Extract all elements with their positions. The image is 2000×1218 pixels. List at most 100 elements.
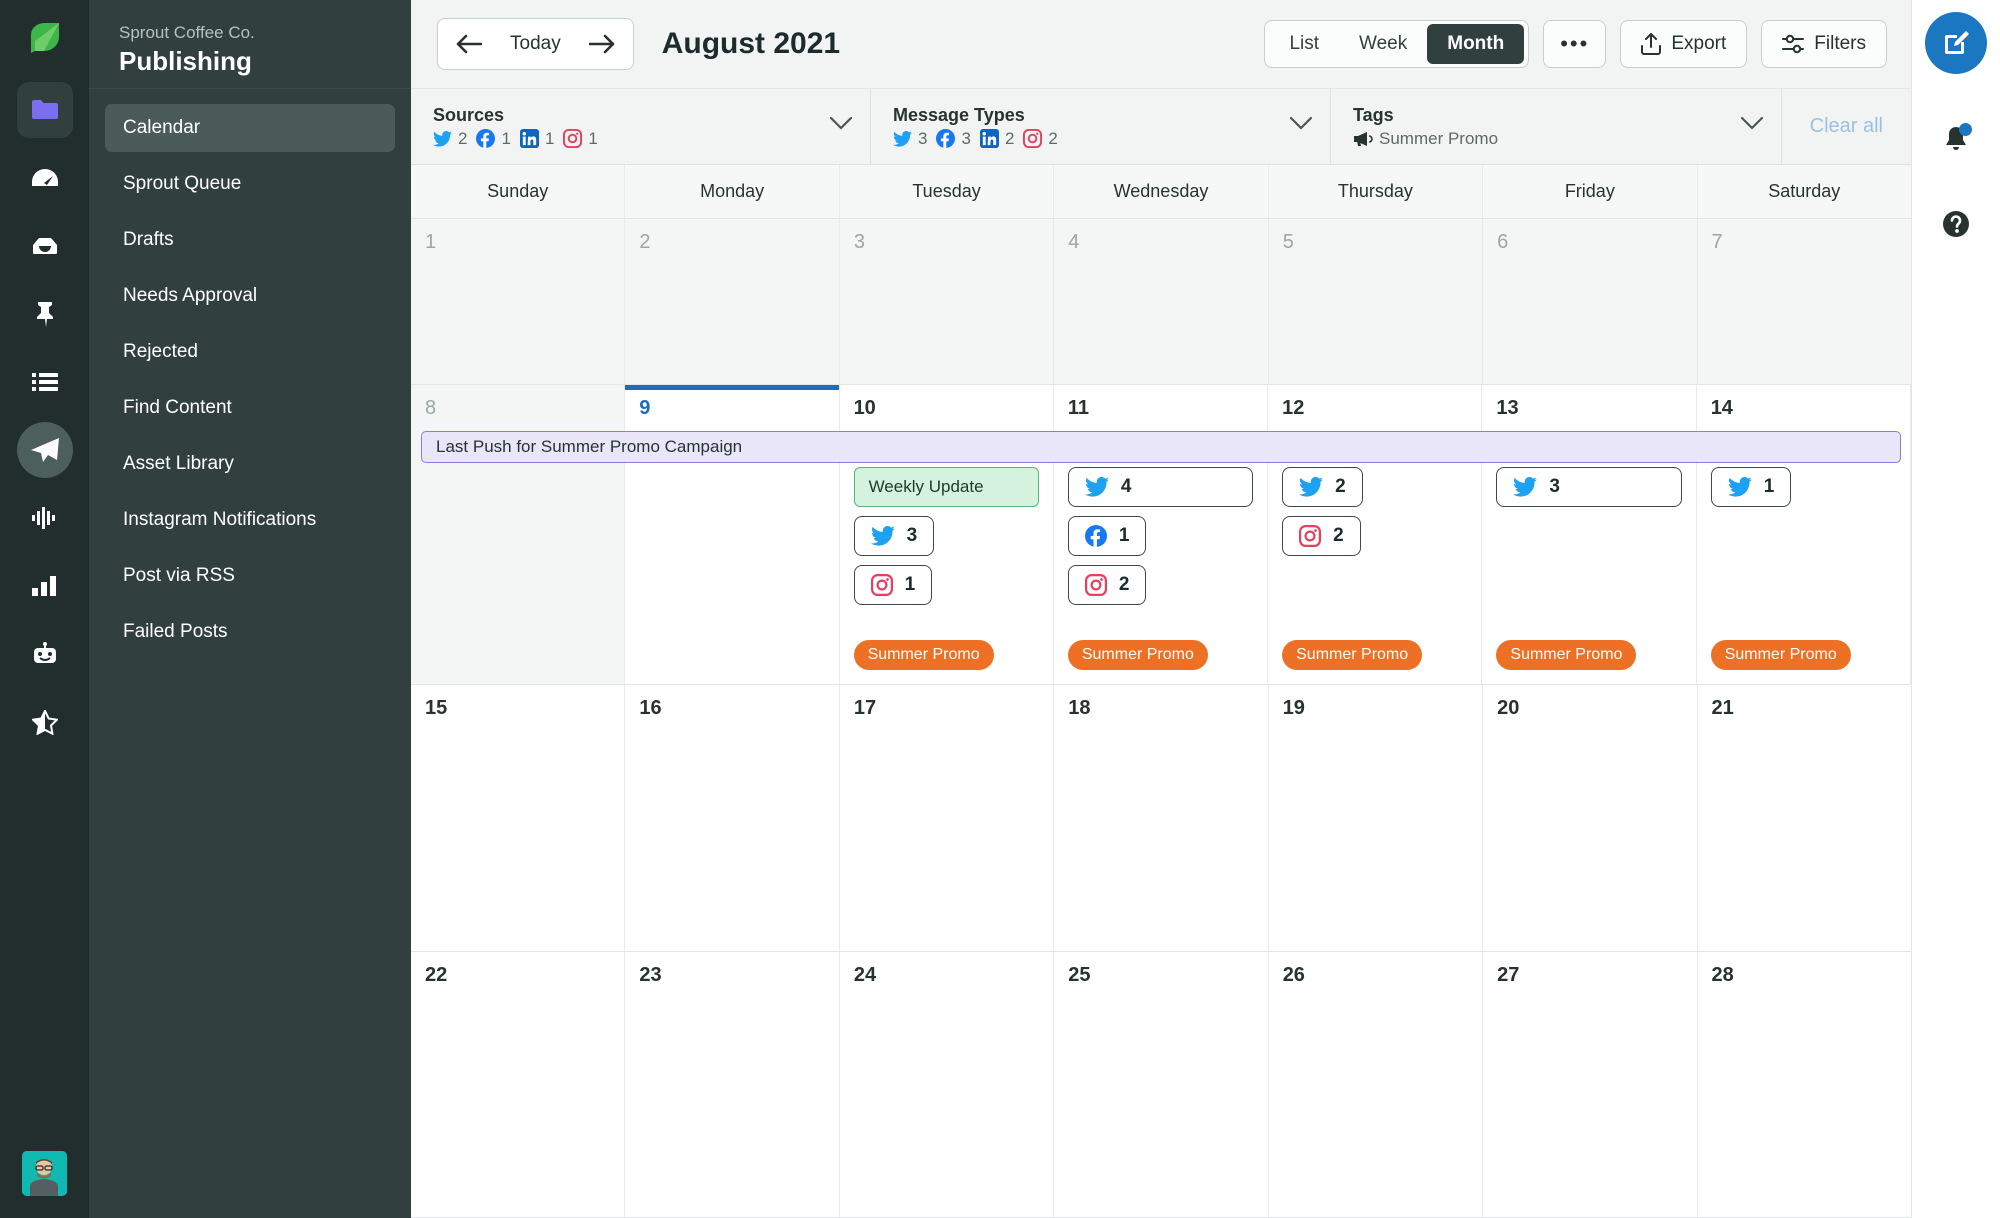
post-count: 4 xyxy=(1120,475,1132,497)
sidebar-item-sprout-queue[interactable]: Sprout Queue xyxy=(105,160,395,208)
export-label: Export xyxy=(1671,33,1727,54)
status-badge[interactable]: Summer Promo xyxy=(1496,639,1637,670)
rail-item-bots[interactable] xyxy=(17,626,73,682)
post-group-twitter[interactable]: 3 xyxy=(1496,466,1682,507)
rail-item-publishing[interactable] xyxy=(16,422,73,478)
calendar-day-7[interactable]: 7 xyxy=(1697,219,1911,384)
rail-item-inbox[interactable] xyxy=(17,218,73,274)
tags-filter[interactable]: Tags Summer Promo xyxy=(1331,89,1782,164)
star-half-icon xyxy=(31,709,58,735)
more-options-button[interactable]: ••• xyxy=(1543,20,1607,68)
tab-list[interactable]: List xyxy=(1269,24,1339,64)
sidebar-item-failed-posts[interactable]: Failed Posts xyxy=(105,608,395,656)
today-button[interactable]: Today xyxy=(494,33,577,55)
tab-month[interactable]: Month xyxy=(1427,24,1525,64)
calendar-day-18[interactable]: 18 xyxy=(1054,684,1269,951)
facebook-icon xyxy=(936,129,956,148)
status-badge[interactable]: Summer Promo xyxy=(1282,639,1423,670)
compose-button[interactable] xyxy=(1925,12,1987,74)
calendar-day-15[interactable]: 15 xyxy=(411,684,626,951)
calendar-day-11[interactable]: 11 4 1 2 Summer Promo xyxy=(1053,384,1269,684)
calendar-day-23[interactable]: 23 xyxy=(625,951,840,1218)
calendar-day-24[interactable]: 24 xyxy=(839,951,1055,1218)
calendar-day-20[interactable]: 20 xyxy=(1483,684,1698,951)
rail-item-assets[interactable] xyxy=(16,82,73,138)
status-badge[interactable]: Summer Promo xyxy=(1710,639,1851,670)
post-group-facebook[interactable]: 1 xyxy=(1067,515,1147,556)
calendar-day-17[interactable]: 17 xyxy=(839,684,1055,951)
calendar-day-16[interactable]: 16 xyxy=(625,684,840,951)
twitter-icon xyxy=(1084,476,1109,497)
export-button[interactable]: Export xyxy=(1620,20,1748,68)
calendar-day-21[interactable]: 21 xyxy=(1697,684,1911,951)
sidebar-item-drafts[interactable]: Drafts xyxy=(105,216,395,264)
calendar-day-9[interactable]: 9 xyxy=(625,384,840,684)
prev-period-button[interactable] xyxy=(444,19,494,69)
calendar-day-28[interactable]: 28 xyxy=(1697,951,1911,1218)
post-group-twitter[interactable]: 4 xyxy=(1067,466,1254,507)
chevron-down-icon[interactable] xyxy=(800,116,853,136)
calendar-day-4[interactable]: 4 xyxy=(1054,219,1269,384)
post-group-twitter[interactable]: 3 xyxy=(853,515,935,556)
calendar-day-22[interactable]: 22 xyxy=(411,951,626,1218)
filters-button[interactable]: Filters xyxy=(1761,20,1887,68)
weekly-update-badge[interactable]: Weekly Update xyxy=(853,466,1039,507)
instagram-icon xyxy=(1023,129,1043,148)
chevron-down-icon[interactable] xyxy=(1260,116,1313,136)
post-group-twitter[interactable]: 1 xyxy=(1710,466,1792,507)
notifications-button[interactable] xyxy=(1928,112,1984,168)
calendar-day-14[interactable]: 14 1 Summer Promo xyxy=(1696,384,1911,684)
help-button[interactable] xyxy=(1928,196,1984,252)
inbox-icon xyxy=(31,236,59,256)
rail-item-dashboard[interactable] xyxy=(17,150,73,206)
calendar-day-10[interactable]: 10 Weekly Update 3 1 Summer Promo xyxy=(839,384,1054,684)
post-group-instagram[interactable]: 1 xyxy=(853,564,933,605)
avatar[interactable] xyxy=(22,1151,67,1196)
sidebar-item-needs-approval[interactable]: Needs Approval xyxy=(105,272,395,320)
campaign-band[interactable]: Last Push for Summer Promo Campaign xyxy=(421,430,1901,463)
rail-item-reviews[interactable] xyxy=(17,694,73,750)
calendar-day-1[interactable]: 1 xyxy=(411,219,626,384)
sprout-leaf-logo[interactable] xyxy=(22,16,68,62)
dow-wednesday: Wednesday xyxy=(1054,165,1269,218)
dashboard-gauge-icon xyxy=(31,167,59,189)
next-period-button[interactable] xyxy=(577,19,627,69)
rail-item-listening-waveform[interactable] xyxy=(17,490,73,546)
calendar-day-12[interactable]: 12 2 2 Summer Promo xyxy=(1268,384,1483,684)
day-number: 25 xyxy=(1068,963,1091,986)
calendar-day-8[interactable]: 8 xyxy=(411,384,626,684)
status-badge[interactable]: Summer Promo xyxy=(853,639,994,670)
chevron-down-icon[interactable] xyxy=(1711,116,1763,136)
sidebar-item-asset-library[interactable]: Asset Library xyxy=(105,440,395,488)
calendar-day-25[interactable]: 25 xyxy=(1054,951,1269,1218)
sidebar-item-calendar[interactable]: Calendar xyxy=(105,104,395,152)
calendar-day-2[interactable]: 2 xyxy=(625,219,840,384)
sidebar-item-post-via-rss[interactable]: Post via RSS xyxy=(105,552,395,600)
post-group-instagram[interactable]: 2 xyxy=(1282,515,1361,556)
sources-filter[interactable]: Sources 2 1 1 1 xyxy=(411,89,871,164)
calendar-day-5[interactable]: 5 xyxy=(1268,219,1484,384)
sidebar-item-rejected[interactable]: Rejected xyxy=(105,328,395,376)
status-badge[interactable]: Summer Promo xyxy=(1067,639,1208,670)
calendar-day-26[interactable]: 26 xyxy=(1268,951,1484,1218)
rail-item-listening[interactable] xyxy=(17,354,73,410)
post-group-twitter[interactable]: 2 xyxy=(1282,466,1363,507)
calendar-day-6[interactable]: 6 xyxy=(1483,219,1698,384)
rail-item-tasks[interactable] xyxy=(17,286,73,342)
calendar-day-13[interactable]: 13 3 Summer Promo xyxy=(1482,384,1697,684)
dow-saturday: Saturday xyxy=(1768,181,1841,201)
rail-item-reports[interactable] xyxy=(17,558,73,614)
type-twitter: 3 xyxy=(893,129,927,149)
tab-week[interactable]: Week xyxy=(1339,24,1427,64)
calendar-day-3[interactable]: 3 xyxy=(839,219,1055,384)
message-types-filter[interactable]: Message Types 3 3 2 2 xyxy=(871,89,1331,164)
day-footer: Summer Promo xyxy=(1482,639,1695,684)
calendar-day-27[interactable]: 27 xyxy=(1483,951,1698,1218)
clear-all-button[interactable]: Clear all xyxy=(1782,89,1911,164)
post-group-instagram[interactable]: 2 xyxy=(1067,564,1147,605)
post-count: 2 xyxy=(1335,475,1346,497)
sidebar-item-instagram-notifications[interactable]: Instagram Notifications xyxy=(105,496,395,544)
org-name: Sprout Coffee Co. xyxy=(119,23,255,42)
calendar-day-19[interactable]: 19 xyxy=(1268,684,1484,951)
sidebar-item-find-content[interactable]: Find Content xyxy=(105,384,395,432)
